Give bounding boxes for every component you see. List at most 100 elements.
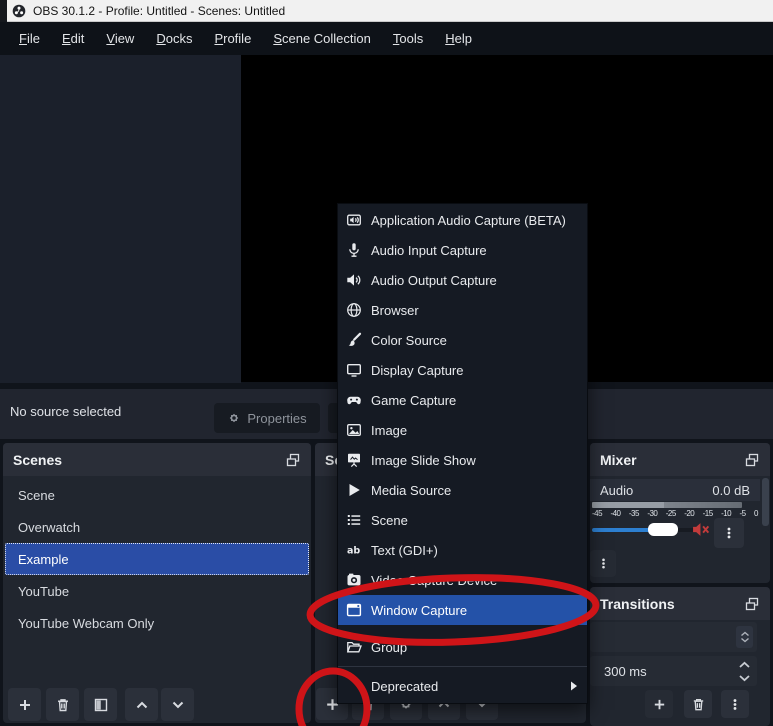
media-source-icon <box>346 482 362 498</box>
mixer-options-button[interactable] <box>590 550 616 577</box>
menu-item-window-capture[interactable]: Window Capture <box>338 595 587 625</box>
menu-bar: File Edit View Docks Profile Scene Colle… <box>0 22 773 55</box>
remove-transition-button[interactable] <box>684 690 712 718</box>
mixer-panel: Mixer Audio 0.0 dB -45 -40 -35 -30 -25 -20 -15… <box>590 443 770 583</box>
properties-button[interactable]: Properties <box>214 403 320 433</box>
popout-icon[interactable] <box>285 452 301 468</box>
volume-slider-handle[interactable] <box>648 523 678 536</box>
db-tick: 0 <box>754 509 758 518</box>
menu-file[interactable]: File <box>8 24 51 53</box>
db-tick: -20 <box>684 509 695 518</box>
add-source-context-menu: Application Audio Capture (BETA) Audio I… <box>337 203 588 704</box>
obs-logo-icon <box>12 4 26 17</box>
menu-scene-collection[interactable]: Scene Collection <box>262 24 382 53</box>
scene-item-scene[interactable]: Scene <box>5 479 309 511</box>
image-slide-show-icon <box>346 452 362 468</box>
menu-item-image[interactable]: Image <box>338 415 587 445</box>
menu-view[interactable]: View <box>95 24 145 53</box>
gear-icon <box>230 413 239 423</box>
transition-select-spinner[interactable] <box>736 626 753 648</box>
mute-speaker-icon[interactable] <box>692 521 711 538</box>
text-gdi-icon: ab <box>346 542 362 558</box>
remove-scene-button[interactable] <box>46 688 79 721</box>
video-capture-device-icon <box>346 572 362 588</box>
menu-edit[interactable]: Edit <box>51 24 95 53</box>
window-title: OBS 30.1.2 - Profile: Untitled - Scenes:… <box>33 3 286 18</box>
no-icon <box>346 678 362 694</box>
menu-item-display-capture[interactable]: Display Capture <box>338 355 587 385</box>
kebab-icon <box>601 558 605 569</box>
menu-item-media-source[interactable]: Media Source <box>338 475 587 505</box>
db-scale: -45 -40 -35 -30 -25 -20 -15 -10 -5 0 <box>592 509 758 518</box>
scene-item-youtube[interactable]: YouTube <box>5 575 309 607</box>
db-tick: -45 <box>592 509 603 518</box>
menu-item-video-capture-device[interactable]: Video Capture Device <box>338 565 587 595</box>
transition-options-button[interactable] <box>721 690 749 718</box>
scene-item-overwatch[interactable]: Overwatch <box>5 511 309 543</box>
menu-item-text-gdi[interactable]: ab Text (GDI+) <box>338 535 587 565</box>
color-source-icon <box>346 332 362 348</box>
menu-item-game-capture[interactable]: Game Capture <box>338 385 587 415</box>
menu-item-deprecated[interactable]: Deprecated <box>338 666 587 701</box>
filter-icon <box>94 698 107 711</box>
transitions-panel-header: Transitions <box>590 587 770 620</box>
browser-icon <box>346 302 362 318</box>
chevron-down-icon <box>740 637 749 643</box>
scenes-title: Scenes <box>13 451 63 468</box>
db-tick: -5 <box>739 509 747 518</box>
application-audio-capture-icon <box>346 212 362 228</box>
window-edge <box>0 0 7 22</box>
menu-item-audio-input-capture[interactable]: Audio Input Capture <box>338 235 587 265</box>
no-source-selected-label: No source selected <box>10 404 122 419</box>
move-scene-up-button[interactable] <box>125 688 158 721</box>
image-icon <box>346 422 362 438</box>
kebab-icon <box>733 698 737 710</box>
transition-duration-field[interactable]: 300 ms <box>590 656 757 686</box>
popout-icon[interactable] <box>744 452 760 468</box>
chevron-up-icon <box>136 701 147 708</box>
audio-output-capture-icon <box>346 272 362 288</box>
display-capture-icon <box>346 362 362 378</box>
scene-item-youtube-webcam-only[interactable]: YouTube Webcam Only <box>5 607 309 639</box>
db-tick: -15 <box>702 509 714 518</box>
trash-icon <box>693 698 703 710</box>
duration-spinner[interactable] <box>735 658 753 684</box>
audio-options-button[interactable] <box>714 518 744 548</box>
mixer-title: Mixer <box>600 451 637 468</box>
menu-item-color-source[interactable]: Color Source <box>338 325 587 355</box>
transition-select[interactable] <box>590 622 757 652</box>
menu-tools[interactable]: Tools <box>382 24 434 53</box>
scenes-panel: Scenes Scene Overwatch Example YouTube Y… <box>3 443 311 723</box>
add-transition-button[interactable] <box>645 690 673 718</box>
menu-item-scene[interactable]: Scene <box>338 505 587 535</box>
plus-icon <box>654 699 664 709</box>
scenes-panel-header: Scenes <box>3 443 311 476</box>
chevron-up-icon <box>738 661 750 668</box>
menu-item-audio-output-capture[interactable]: Audio Output Capture <box>338 265 587 295</box>
scene-item-example[interactable]: Example <box>5 543 309 575</box>
menu-item-browser[interactable]: Browser <box>338 295 587 325</box>
db-tick: -30 <box>647 509 658 518</box>
mixer-panel-header: Mixer <box>590 443 770 476</box>
menu-item-group[interactable]: Group <box>338 632 587 662</box>
title-bar: OBS 30.1.2 - Profile: Untitled - Scenes:… <box>0 0 773 22</box>
db-tick: -10 <box>721 509 732 518</box>
mixer-scrollbar[interactable] <box>762 478 769 526</box>
menu-docks[interactable]: Docks <box>145 24 203 53</box>
plus-icon <box>19 699 30 710</box>
menu-help[interactable]: Help <box>434 24 483 53</box>
chevron-down-icon <box>738 674 750 681</box>
properties-label: Properties <box>247 410 307 426</box>
scene-list: Scene Overwatch Example YouTube YouTube … <box>3 476 311 639</box>
menu-item-image-slide-show[interactable]: Image Slide Show <box>338 445 587 475</box>
scene-filters-button[interactable] <box>84 688 117 721</box>
db-tick: -25 <box>665 509 677 518</box>
add-scene-button[interactable] <box>8 688 41 721</box>
db-tick: -40 <box>610 509 621 518</box>
popout-icon[interactable] <box>744 596 760 612</box>
menu-profile[interactable]: Profile <box>203 24 262 53</box>
move-scene-down-button[interactable] <box>161 688 194 721</box>
menu-item-application-audio-capture-beta[interactable]: Application Audio Capture (BETA) <box>338 205 587 235</box>
preview-letterbox <box>0 55 241 383</box>
channel-name: Audio <box>600 482 634 498</box>
